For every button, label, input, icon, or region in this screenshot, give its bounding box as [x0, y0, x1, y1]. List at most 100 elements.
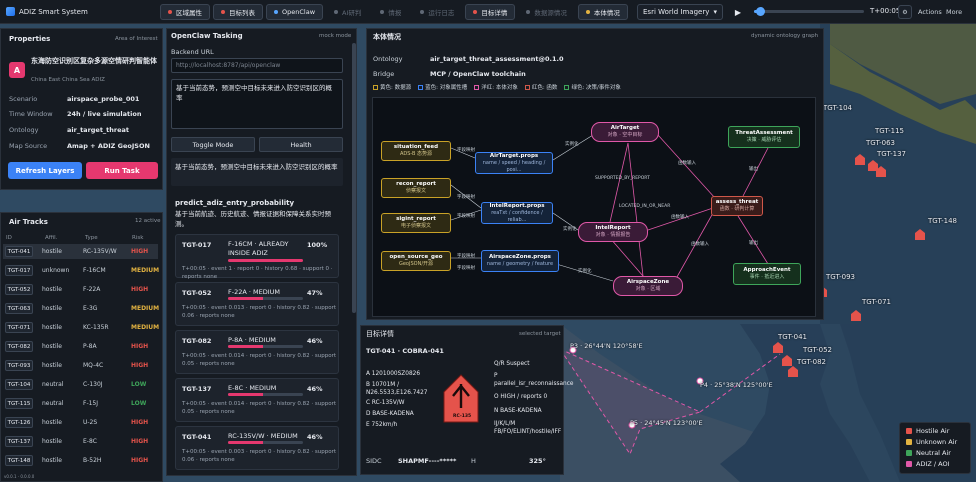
- tab-label: AI研判: [342, 8, 362, 17]
- table-row[interactable]: TGT-104 neutral C-130J LOW: [3, 377, 158, 392]
- map-track-label[interactable]: TGT-052: [803, 346, 832, 354]
- prediction-card[interactable]: TGT-041 RC-135V/W · MEDIUM 46% T+00:05 · ev…: [175, 426, 339, 470]
- hostile-track-icon[interactable]: [773, 342, 783, 353]
- hostile-track-icon[interactable]: [876, 166, 886, 177]
- basemap-select[interactable]: Esri World Imagery ▾: [637, 4, 723, 20]
- graph-node[interactable]: IntelReport.props reaTxt / confidence / r…: [481, 202, 553, 224]
- tab-4[interactable]: 情报: [372, 4, 409, 20]
- toggle-mode-button[interactable]: Toggle Mode: [171, 137, 255, 152]
- ontology-graph[interactable]: situation_feed ADS-B 态势源 recon_report 侦察报文s…: [372, 97, 816, 317]
- area-english-name: China East China Sea ADIZ: [31, 77, 105, 83]
- tab-1[interactable]: 目标列表: [213, 3, 263, 20]
- table-row[interactable]: TGT-148 hostile B-52H HIGH: [3, 453, 158, 468]
- prompt-textarea[interactable]: 基于当前态势，预测空中目标未来进入防空识别区的概率: [171, 79, 343, 129]
- tab-8[interactable]: 本体情况: [577, 3, 628, 20]
- tab-5[interactable]: 运行日志: [412, 4, 462, 20]
- table-row[interactable]: TGT-126 hostile U-2S HIGH: [3, 415, 158, 430]
- table-row[interactable]: TGT-115 neutral F-15J LOW: [3, 396, 158, 411]
- map-track-label[interactable]: TGT-063: [866, 139, 895, 147]
- map-track-label[interactable]: TGT-148: [928, 217, 957, 225]
- table-row[interactable]: TGT-017 unknown F-16CM MEDIUM: [3, 263, 159, 278]
- prediction-card[interactable]: TGT-137 E-8C · MEDIUM 46% T+00:05 · event 0…: [175, 378, 339, 422]
- graph-node[interactable]: ApproachEvent 事件 · 抵近进入: [733, 263, 801, 285]
- map-track-label[interactable]: TGT-041: [778, 333, 807, 341]
- hostile-track-icon[interactable]: [788, 366, 798, 377]
- tab-status-dot-icon: [274, 9, 278, 14]
- hostile-track-icon[interactable]: [915, 229, 925, 240]
- graph-node[interactable]: AirTarget.props name / speed / heading / …: [475, 152, 553, 174]
- graph-node-sub: name / speed / heading / posi...: [482, 159, 546, 173]
- refresh-layers-button[interactable]: Refresh Layers: [8, 162, 82, 179]
- table-row[interactable]: TGT-137 hostile E-8C HIGH: [3, 434, 158, 449]
- play-icon[interactable]: ▶: [731, 5, 745, 19]
- timeline-slider[interactable]: [754, 7, 864, 16]
- tab-7[interactable]: 数据源情况: [518, 4, 575, 20]
- graph-node[interactable]: IntelReport 对象 · 情报报告: [578, 222, 648, 242]
- graph-node[interactable]: recon_report 侦察报文: [381, 178, 451, 198]
- field-ijklm: IJ/K/L/M FB/FO/ELINT/hostile/IFF: [494, 421, 562, 435]
- graph-node[interactable]: situation_feed ADS-B 态势源: [381, 141, 451, 161]
- hostile-track-icon[interactable]: [851, 310, 861, 321]
- prediction-card[interactable]: TGT-052 F-22A · MEDIUM 47% T+00:05 · event …: [175, 282, 339, 326]
- map-track-label[interactable]: TGT-093: [826, 273, 855, 281]
- legend-label: Neutral Air: [916, 449, 951, 457]
- prediction-card[interactable]: TGT-017 F-16CM · ALREADY INSIDE ADIZ 100% T…: [175, 234, 339, 280]
- graph-node[interactable]: assess_threat 函数 · 研判计算: [711, 196, 763, 216]
- map-track-label[interactable]: TGT-082: [797, 358, 826, 366]
- probability-fill: [228, 441, 263, 444]
- actions-menu[interactable]: Actions: [918, 8, 942, 16]
- heading-label: H: [471, 457, 476, 465]
- field-e: E 752km/h: [366, 422, 398, 428]
- track-type: E-3G: [83, 305, 98, 312]
- map-track-label[interactable]: TGT-104: [823, 104, 852, 112]
- timeline-knob[interactable]: [755, 7, 765, 16]
- app-logo-icon: [6, 7, 15, 16]
- map-track-label[interactable]: TGT-137: [877, 150, 906, 158]
- table-row[interactable]: TGT-093 hostile MQ-4C HIGH: [3, 358, 158, 373]
- openclaw-scrollbar[interactable]: [352, 43, 356, 313]
- settings-icon[interactable]: ⚙: [898, 5, 912, 19]
- hostile-track-icon[interactable]: [855, 154, 865, 165]
- tab-6[interactable]: 目标详情: [465, 3, 516, 20]
- prediction-card[interactable]: TGT-082 P-8A · MEDIUM 46% T+00:05 · event 0…: [175, 330, 339, 374]
- track-id: TGT-071: [5, 322, 33, 333]
- graph-node[interactable]: AirTarget 对象 · 空中目标: [591, 122, 659, 142]
- tab-status-dot-icon: [380, 9, 385, 14]
- track-affiliation: hostile: [42, 362, 62, 369]
- map-legend-item: ADIZ / AOI: [906, 460, 950, 468]
- legend-swatch: [474, 84, 480, 90]
- track-type: F-22A: [83, 286, 101, 293]
- track-type: B-52H: [83, 457, 102, 464]
- run-task-button[interactable]: Run Task: [86, 162, 158, 179]
- map-track-label[interactable]: TGT-115: [875, 127, 904, 135]
- tab-label: 本体情况: [593, 8, 620, 17]
- graph-node[interactable]: AirspaceZone 对象 · 区域: [613, 276, 683, 296]
- track-type: P-8A: [83, 343, 97, 350]
- map-track-label[interactable]: TGT-071: [862, 298, 891, 306]
- graph-node[interactable]: sigint_report 电子侦察报文: [381, 213, 451, 233]
- table-row[interactable]: TGT-071 hostile KC-135R MEDIUM: [3, 320, 159, 335]
- row-value: airspace_probe_001: [67, 95, 140, 103]
- track-affiliation: unknown: [42, 267, 70, 274]
- health-button[interactable]: Health: [259, 137, 343, 152]
- tab-label: 数据源情况: [534, 8, 567, 17]
- table-row[interactable]: TGT-063 hostile E-3G MEDIUM: [3, 301, 159, 316]
- graph-node[interactable]: AirspaceZone.props name / geometry / feat…: [481, 250, 559, 272]
- tab-status-dot-icon: [334, 9, 339, 14]
- track-id: TGT-126: [5, 417, 33, 428]
- table-row[interactable]: TGT-041 hostile RC-135V/W HIGH: [3, 244, 158, 259]
- graph-node-id: assess_threat: [715, 199, 759, 205]
- graph-node-sub: 对象 · 情报报告: [595, 232, 631, 238]
- table-row[interactable]: TGT-082 hostile P-8A HIGH: [3, 339, 158, 354]
- backend-url-input[interactable]: http://localhost:8787/api/openclaw: [171, 58, 343, 73]
- graph-node[interactable]: open_source_geo GeoJSON/开源: [381, 251, 451, 271]
- tab-0[interactable]: 区域属性: [160, 3, 210, 20]
- edge-label: 实例化: [578, 269, 592, 274]
- more-menu[interactable]: More: [946, 8, 962, 16]
- table-row[interactable]: TGT-052 hostile F-22A HIGH: [3, 282, 158, 297]
- tab-label: 目标列表: [229, 8, 255, 17]
- tab-2[interactable]: OpenClaw: [266, 3, 324, 20]
- hostile-track-icon[interactable]: [782, 355, 792, 366]
- graph-node[interactable]: ThreatAssessment 决策 · 威胁评估: [728, 126, 800, 148]
- tab-3[interactable]: AI研判: [326, 4, 369, 20]
